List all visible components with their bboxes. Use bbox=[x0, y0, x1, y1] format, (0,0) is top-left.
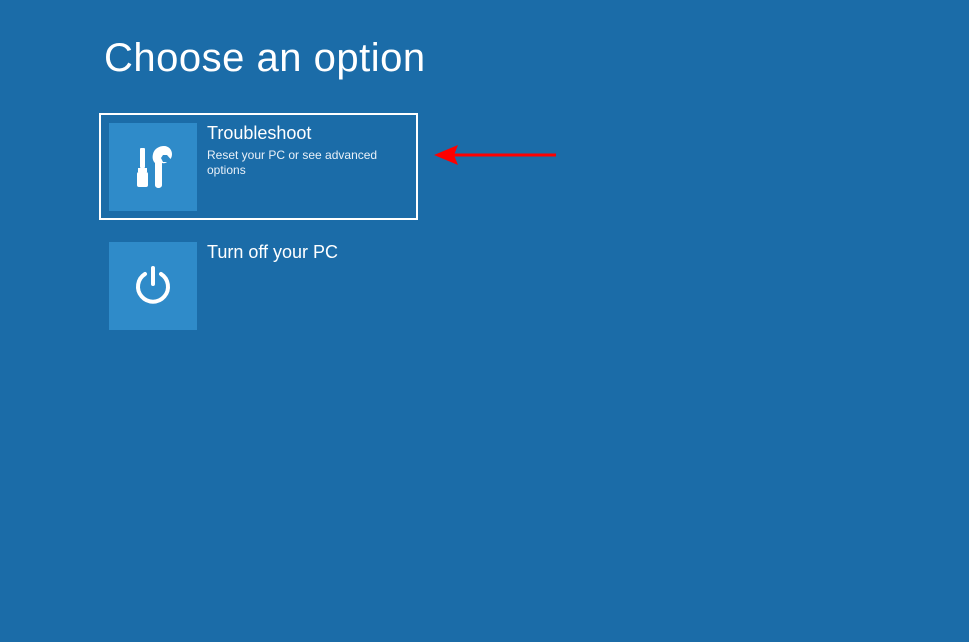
option-turn-off[interactable]: Turn off your PC bbox=[99, 232, 418, 339]
tools-icon bbox=[109, 123, 197, 211]
option-title: Turn off your PC bbox=[207, 242, 338, 264]
page-title: Choose an option bbox=[104, 36, 426, 81]
tile-text: Troubleshoot Reset your PC or see advanc… bbox=[197, 123, 408, 179]
option-description: Reset your PC or see advanced options bbox=[207, 148, 408, 179]
option-troubleshoot[interactable]: Troubleshoot Reset your PC or see advanc… bbox=[99, 113, 418, 220]
tile-text: Turn off your PC bbox=[197, 242, 338, 264]
options-container: Troubleshoot Reset your PC or see advanc… bbox=[99, 113, 418, 351]
arrow-annotation-icon bbox=[428, 130, 568, 185]
power-icon bbox=[109, 242, 197, 330]
option-title: Troubleshoot bbox=[207, 123, 408, 145]
